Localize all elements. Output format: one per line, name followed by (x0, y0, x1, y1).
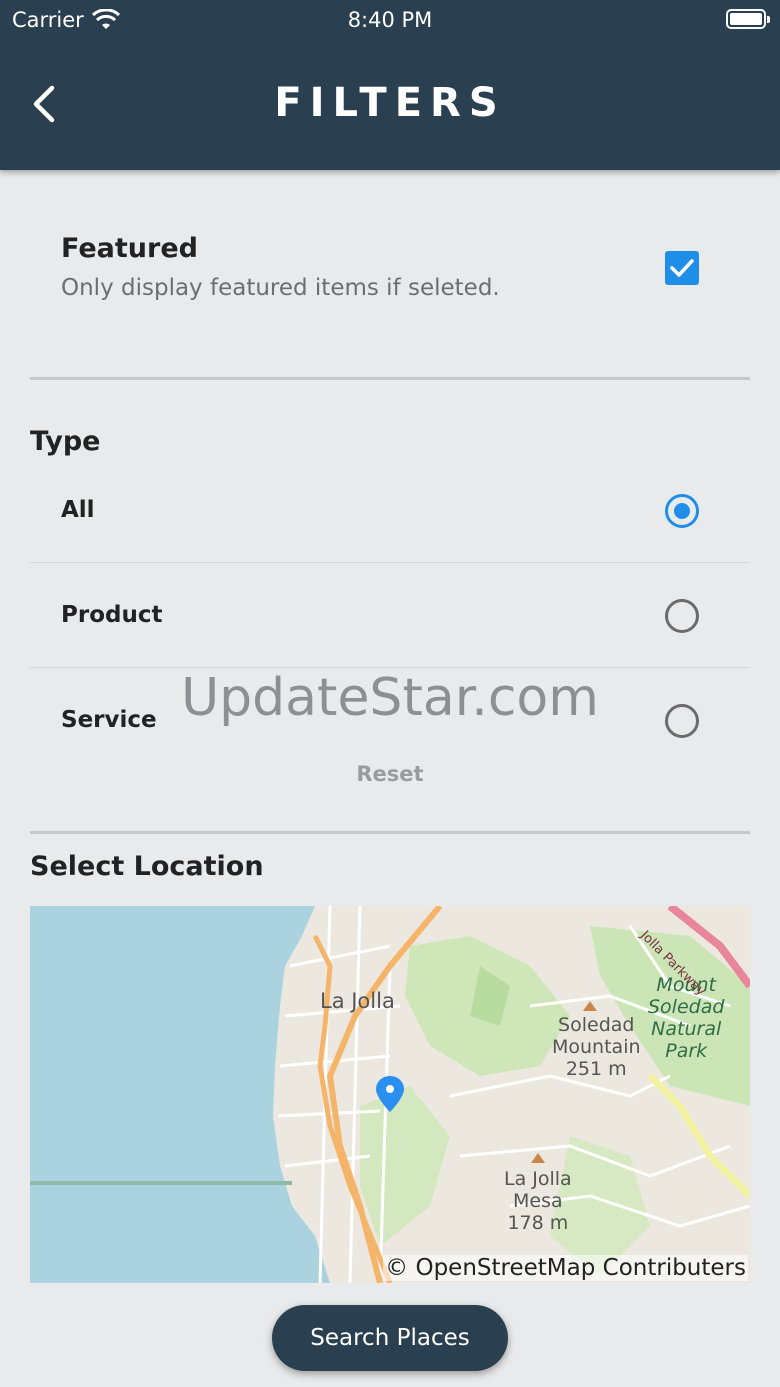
status-time: 8:40 PM (347, 8, 433, 32)
reset-button[interactable]: Reset (0, 762, 780, 786)
radio-unselected[interactable] (665, 599, 699, 633)
section-divider (30, 831, 750, 834)
location-title: Select Location (30, 851, 264, 882)
type-title: Type (30, 426, 101, 457)
type-option-all[interactable]: All (30, 457, 750, 563)
featured-title: Featured (61, 233, 198, 264)
location-map[interactable]: La Jolla Soledad Mountain 251 m Mount So… (30, 906, 750, 1283)
checkmark-icon (670, 259, 694, 277)
status-bar: Carrier 8:40 PM (0, 0, 780, 42)
type-option-product[interactable]: Product (30, 562, 750, 668)
featured-checkbox[interactable] (665, 251, 699, 285)
map-label-soledad-mountain: Soledad Mountain 251 m (552, 1014, 641, 1080)
map-tiles (30, 906, 750, 1283)
type-option-label: Product (61, 602, 163, 628)
map-attribution[interactable]: © OpenStreetMap Contributers (383, 1255, 748, 1281)
radio-selected[interactable] (665, 494, 699, 528)
page-title: FILTERS (274, 80, 506, 126)
type-option-label: All (61, 497, 95, 523)
nav-header: Carrier 8:40 PM FILTERS (0, 0, 780, 170)
watermark: UpdateStar.com (181, 668, 599, 728)
search-places-button[interactable]: Search Places (272, 1305, 508, 1371)
featured-description: Only display featured items if seleted. (61, 275, 500, 301)
section-divider (30, 377, 750, 380)
map-label-la-jolla-mesa: La Jolla Mesa 178 m (504, 1168, 572, 1234)
battery-icon (726, 9, 770, 29)
map-label-la-jolla: La Jolla (320, 989, 395, 1013)
